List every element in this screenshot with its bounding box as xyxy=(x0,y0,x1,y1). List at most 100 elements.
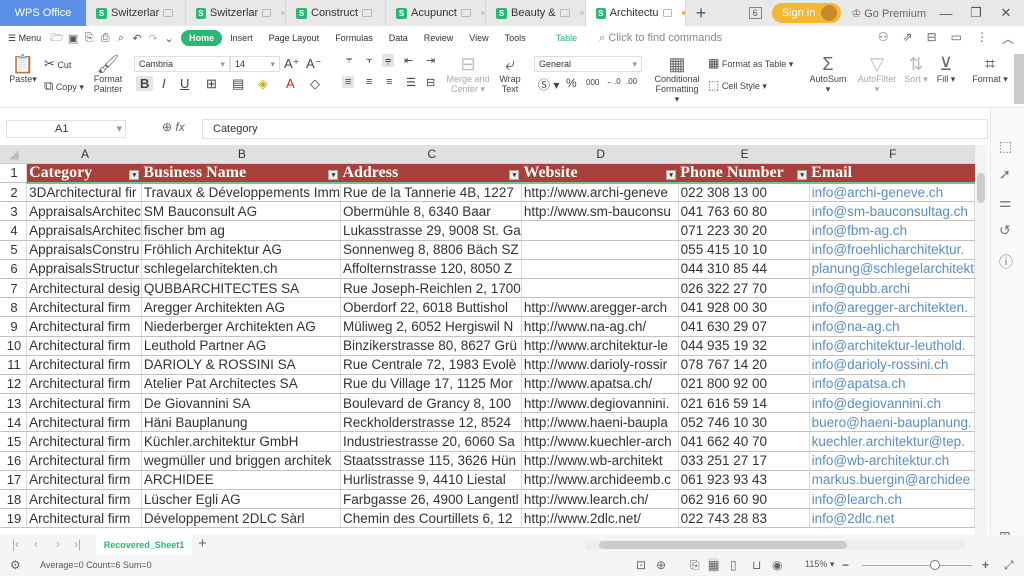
cell[interactable]: http://www.archi-geneve xyxy=(521,182,679,203)
export-icon[interactable]: ⎘ xyxy=(81,32,97,45)
page-break-icon[interactable]: ⎘ xyxy=(690,558,700,573)
row-number[interactable]: 9 xyxy=(0,316,28,337)
italic-icon[interactable]: I xyxy=(162,76,166,91)
font-color-icon[interactable]: A xyxy=(286,76,295,91)
horizontal-scrollbar[interactable] xyxy=(585,540,965,550)
collapse-ribbon-icon[interactable]: ︿ xyxy=(1002,30,1014,47)
row-number[interactable]: 11 xyxy=(0,355,28,375)
cell[interactable]: Architectural firm xyxy=(26,336,142,356)
cell[interactable]: Oberdorf 22, 6018 Buttishol xyxy=(340,297,522,318)
filter-dropdown-icon[interactable]: ▾ xyxy=(797,169,808,180)
cell[interactable]: Développement 2DLC Sàrl xyxy=(141,508,341,529)
cell[interactable]: info@wb-architektur.ch xyxy=(809,451,975,471)
tab-data[interactable]: Data xyxy=(381,33,416,43)
reading-mode-icon[interactable]: ⊡ xyxy=(636,558,646,572)
row-number[interactable]: 1 xyxy=(0,163,28,183)
eye-protection-icon[interactable]: ◉ xyxy=(772,558,782,572)
row-number[interactable]: 17 xyxy=(0,470,28,491)
tab-view[interactable]: View xyxy=(461,33,496,43)
tab-tools[interactable]: Tools xyxy=(497,33,534,43)
filter-dropdown-icon[interactable]: ▾ xyxy=(129,169,140,180)
first-sheet-icon[interactable]: |‹ xyxy=(12,537,19,551)
row-number[interactable]: 7 xyxy=(0,278,28,299)
cell[interactable] xyxy=(521,259,679,279)
cell[interactable]: 026 322 27 70 xyxy=(678,278,810,299)
cell[interactable]: Rue Joseph-Reichlen 2, 1700 xyxy=(340,278,522,299)
minimize-button[interactable]: — xyxy=(936,6,956,21)
formula-fx[interactable]: ⊕ fx xyxy=(162,120,185,134)
cell[interactable]: info@apatsa.ch xyxy=(809,374,975,395)
cell-style-button[interactable]: ⬚ Cell Style ▾ xyxy=(708,78,767,92)
filter-dropdown-icon[interactable]: ▾ xyxy=(509,169,520,180)
cell[interactable]: schlegelarchitekten.ch xyxy=(141,259,341,279)
cell[interactable]: Müliweg 2, 6052 Hergiswil N xyxy=(340,316,522,337)
header-cell[interactable]: Phone Number ▾ xyxy=(678,163,810,184)
open-icon[interactable]: 🗁 xyxy=(49,29,65,48)
cell[interactable]: info@aregger-architekten. xyxy=(809,297,975,318)
cell[interactable]: Staatsstrasse 115, 3626 Hün xyxy=(340,451,522,471)
justify-icon[interactable]: ☰ xyxy=(406,76,416,89)
zoom-slider-knob[interactable] xyxy=(929,560,940,570)
cell[interactable]: http://www.degiovannini. xyxy=(521,393,679,414)
cell[interactable]: Rue du Village 17, 1125 Mor xyxy=(340,374,522,395)
cell[interactable]: 041 630 29 07 xyxy=(678,316,810,337)
cell[interactable]: Farbgasse 26, 4900 Langentl xyxy=(340,489,522,510)
decrease-font-icon[interactable]: A⁻ xyxy=(306,56,322,72)
cell[interactable]: http://www.architektur-le xyxy=(521,336,679,356)
horizontal-scroll-thumb[interactable] xyxy=(599,541,847,549)
cell[interactable]: Binzikerstrasse 80, 8627 Grü xyxy=(340,336,522,356)
cell[interactable]: Architectural firm xyxy=(26,374,142,395)
align-right-icon[interactable]: ≡ xyxy=(386,76,392,88)
clear-format-icon[interactable]: ◇ xyxy=(310,76,320,92)
row-number[interactable]: 14 xyxy=(0,412,28,433)
file-tab[interactable]: S Construct xyxy=(286,0,386,26)
cell[interactable]: Atelier Pat Architectes SA xyxy=(141,374,341,395)
cell[interactable]: 021 800 92 00 xyxy=(678,374,810,395)
custom-view-icon[interactable]: ⊔ xyxy=(752,558,761,572)
comment-icon[interactable]: ▭ xyxy=(951,30,962,47)
cell[interactable]: http://www.na-ag.ch/ xyxy=(521,316,679,337)
file-tab[interactable]: S Beauty & xyxy=(486,0,586,26)
align-middle-icon[interactable]: ⫟ xyxy=(366,54,373,67)
cell[interactable]: 022 308 13 00 xyxy=(678,182,810,203)
cell[interactable]: 044 310 85 44 xyxy=(678,259,810,279)
go-premium-button[interactable]: ♔ Go Premium xyxy=(851,7,926,20)
decrease-decimal-icon[interactable]: .00 xyxy=(626,77,637,86)
cell[interactable]: Architectural firm xyxy=(26,297,142,318)
cell[interactable]: Lüscher Egli AG xyxy=(141,489,341,510)
decrease-indent-icon[interactable]: ⇤ xyxy=(404,54,413,67)
cell[interactable]: http://www.haeni-baupla xyxy=(521,412,679,433)
crosshair-icon[interactable]: ⊕ xyxy=(656,558,666,572)
cell[interactable]: Obermühle 8, 6340 Baar xyxy=(340,201,522,222)
cell[interactable]: Architectural firm xyxy=(26,393,142,414)
print-preview-icon[interactable]: ⌕ xyxy=(113,32,129,45)
cell[interactable]: 041 763 60 80 xyxy=(678,201,810,222)
cell[interactable]: Architectural desig xyxy=(26,278,142,299)
wrap-text-button[interactable]: ⤶ Wrap Text xyxy=(496,54,524,94)
cell[interactable]: Aregger Architekten AG xyxy=(141,297,341,318)
cell[interactable]: Boulevard de Grancy 8, 100 xyxy=(340,393,522,414)
align-left-icon[interactable]: ≡ xyxy=(342,76,355,88)
sign-in-button[interactable]: Sign in xyxy=(771,3,842,23)
cell[interactable]: 033 251 27 17 xyxy=(678,451,810,471)
cell[interactable]: Reckholderstrasse 12, 8524 xyxy=(340,412,522,433)
prev-sheet-icon[interactable]: ‹ xyxy=(34,537,38,551)
cell[interactable]: 022 743 28 83 xyxy=(678,508,810,529)
cell[interactable]: Niederberger Architekten AG xyxy=(141,316,341,337)
help-icon[interactable]: ⓘ xyxy=(999,252,1013,272)
cell[interactable]: markus.buergin@archidee xyxy=(809,470,975,491)
row-number[interactable]: 10 xyxy=(0,336,28,356)
redo-icon[interactable]: ↷ xyxy=(145,32,161,45)
increase-font-icon[interactable]: A⁺ xyxy=(284,56,300,72)
cell[interactable]: Architectural firm xyxy=(26,489,142,510)
row-number[interactable]: 3 xyxy=(0,201,28,222)
cell[interactable]: 044 935 19 32 xyxy=(678,336,810,356)
menu-button[interactable]: ☰ Menu xyxy=(0,33,49,44)
share-icon[interactable]: ⇗ xyxy=(903,30,913,47)
cell[interactable]: Architectural firm xyxy=(26,316,142,337)
tab-table[interactable]: Table xyxy=(548,33,586,43)
autofilter-button[interactable]: ▽ AutoFilter ▾ xyxy=(856,54,898,95)
select-area-icon[interactable]: ⬚ xyxy=(999,138,1012,155)
cell[interactable]: planung@schlegelarchitekt xyxy=(809,259,975,279)
header-cell[interactable]: Email xyxy=(809,163,975,184)
